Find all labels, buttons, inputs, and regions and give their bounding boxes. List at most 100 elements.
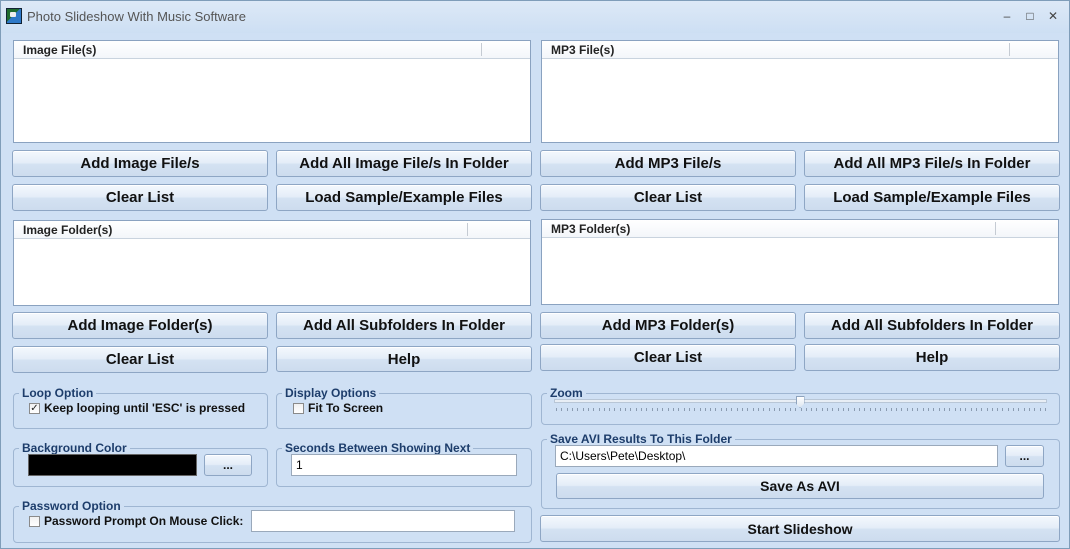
zoom-tick xyxy=(837,408,839,411)
zoom-tick xyxy=(928,408,930,411)
zoom-tick xyxy=(625,408,627,411)
zoom-tick xyxy=(704,408,706,411)
add-all-mp3-files-in-folder-button[interactable]: Add All MP3 File/s In Folder xyxy=(804,150,1060,177)
zoom-tick xyxy=(630,408,632,411)
image-files-list-header: Image File(s) xyxy=(14,41,530,59)
save-avi-browse-button[interactable]: ... xyxy=(1005,445,1044,467)
title-bar[interactable]: Photo Slideshow With Music Software – □ … xyxy=(1,1,1069,33)
add-image-files-button[interactable]: Add Image File/s xyxy=(12,150,268,177)
keep-looping-checkbox[interactable]: ✓ xyxy=(29,403,40,414)
add-all-mp3-subfolders-button[interactable]: Add All Subfolders In Folder xyxy=(804,312,1060,339)
help-button-right[interactable]: Help xyxy=(804,344,1060,371)
clear-image-folders-button[interactable]: Clear List xyxy=(12,346,268,373)
zoom-tick xyxy=(603,408,605,411)
zoom-tick xyxy=(773,408,775,411)
zoom-tick xyxy=(1002,408,1004,411)
mp3-files-header-label: MP3 File(s) xyxy=(551,43,615,57)
help-button-left[interactable]: Help xyxy=(276,346,532,372)
zoom-tick xyxy=(582,408,584,411)
zoom-tick xyxy=(864,408,866,411)
zoom-tick xyxy=(938,408,940,411)
fit-to-screen-checkbox[interactable] xyxy=(293,403,304,414)
add-all-image-files-in-folder-button[interactable]: Add All Image File/s In Folder xyxy=(276,150,532,177)
add-mp3-files-button[interactable]: Add MP3 File/s xyxy=(540,150,796,177)
zoom-tick xyxy=(970,408,972,411)
image-folders-list[interactable]: Image Folder(s) xyxy=(13,220,531,306)
zoom-tick xyxy=(975,408,977,411)
start-slideshow-button[interactable]: Start Slideshow xyxy=(540,515,1060,542)
zoom-tick xyxy=(752,408,754,411)
mp3-folders-header-label: MP3 Folder(s) xyxy=(551,222,631,236)
zoom-tick xyxy=(667,408,669,411)
zoom-tick xyxy=(1029,408,1031,411)
image-files-list[interactable]: Image File(s) xyxy=(13,40,531,143)
zoom-tick xyxy=(688,408,690,411)
add-image-folders-button[interactable]: Add Image Folder(s) xyxy=(12,312,268,339)
zoom-tick xyxy=(906,408,908,411)
zoom-tick xyxy=(678,408,680,411)
load-sample-image-files-button[interactable]: Load Sample/Example Files xyxy=(276,184,532,211)
zoom-tick xyxy=(619,408,621,411)
add-all-image-subfolders-button[interactable]: Add All Subfolders In Folder xyxy=(276,312,532,339)
zoom-tick xyxy=(917,408,919,411)
zoom-legend: Zoom xyxy=(547,386,586,400)
zoom-tick xyxy=(742,408,744,411)
save-avi-legend: Save AVI Results To This Folder xyxy=(547,432,735,446)
save-as-avi-button[interactable]: Save As AVI xyxy=(556,473,1044,499)
zoom-tick xyxy=(672,408,674,411)
zoom-tick xyxy=(965,408,967,411)
zoom-tick xyxy=(587,408,589,411)
zoom-tick xyxy=(901,408,903,411)
zoom-tick xyxy=(821,408,823,411)
zoom-tick xyxy=(827,408,829,411)
zoom-tick xyxy=(997,408,999,411)
close-button[interactable]: ✕ xyxy=(1043,7,1063,25)
mp3-folders-list[interactable]: MP3 Folder(s) xyxy=(541,219,1059,305)
zoom-tick xyxy=(816,408,818,411)
zoom-tick xyxy=(843,408,845,411)
zoom-tick xyxy=(731,408,733,411)
load-sample-mp3-files-button[interactable]: Load Sample/Example Files xyxy=(804,184,1060,211)
zoom-tick xyxy=(577,408,579,411)
zoom-tick xyxy=(1007,408,1009,411)
minimize-button[interactable]: – xyxy=(997,7,1017,25)
zoom-tick xyxy=(683,408,685,411)
zoom-tick xyxy=(848,408,850,411)
maximize-button[interactable]: □ xyxy=(1020,7,1040,25)
image-files-header-label: Image File(s) xyxy=(23,43,97,57)
zoom-tick xyxy=(869,408,871,411)
add-mp3-folders-button[interactable]: Add MP3 Folder(s) xyxy=(540,312,796,339)
zoom-tick xyxy=(832,408,834,411)
clear-mp3-files-button[interactable]: Clear List xyxy=(540,184,796,211)
clear-mp3-folders-button[interactable]: Clear List xyxy=(540,344,796,371)
save-avi-folder-input[interactable]: C:\Users\Pete\Desktop\ xyxy=(555,445,998,467)
zoom-tick xyxy=(747,408,749,411)
zoom-tick xyxy=(991,408,993,411)
keep-looping-label: Keep looping until 'ESC' is pressed xyxy=(44,401,246,415)
zoom-tick xyxy=(635,408,637,411)
zoom-tick xyxy=(1039,408,1041,411)
password-input[interactable] xyxy=(251,510,515,532)
background-color-browse-button[interactable]: ... xyxy=(204,454,252,476)
password-prompt-label: Password Prompt On Mouse Click: xyxy=(44,514,244,528)
mp3-files-list[interactable]: MP3 File(s) xyxy=(541,40,1059,143)
zoom-tick xyxy=(609,408,611,411)
zoom-tick xyxy=(651,408,653,411)
zoom-tick xyxy=(1018,408,1020,411)
zoom-tick xyxy=(933,408,935,411)
mp3-files-list-header: MP3 File(s) xyxy=(542,41,1058,59)
zoom-tick xyxy=(890,408,892,411)
zoom-tick xyxy=(795,408,797,411)
zoom-tick xyxy=(874,408,876,411)
display-options-legend: Display Options xyxy=(282,386,380,400)
app-icon xyxy=(6,8,22,24)
zoom-tick xyxy=(556,408,557,411)
clear-image-files-button[interactable]: Clear List xyxy=(12,184,268,211)
zoom-tick xyxy=(805,408,807,411)
zoom-tick xyxy=(880,408,882,411)
zoom-tick xyxy=(614,408,616,411)
seconds-between-input[interactable]: 1 xyxy=(291,454,517,476)
password-prompt-checkbox[interactable] xyxy=(29,516,40,527)
zoom-tick xyxy=(768,408,770,411)
zoom-tick xyxy=(710,408,712,411)
